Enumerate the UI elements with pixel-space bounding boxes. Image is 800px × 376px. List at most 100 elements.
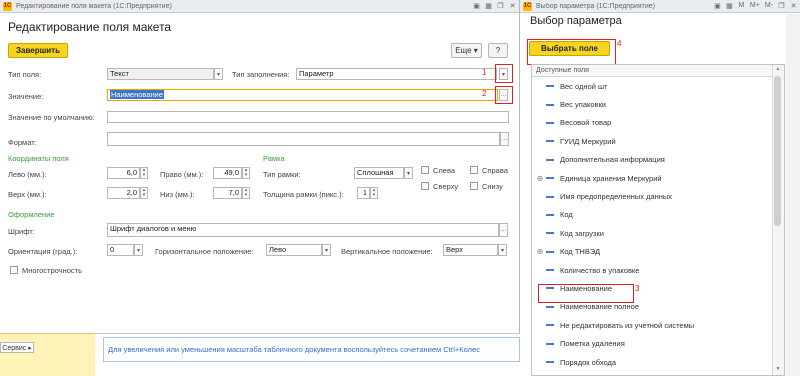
valign-dropdown-icon[interactable]: ▾ xyxy=(498,244,507,256)
zoom-hint: Для увеличения или уменьшения масштаба т… xyxy=(103,337,520,362)
close-icon[interactable]: ✕ xyxy=(509,2,516,10)
list-item[interactable]: ⊕ Единица хранения Меркурий xyxy=(532,169,784,187)
restore-icon-right[interactable]: ❐ xyxy=(778,2,785,10)
memory-plus-icon[interactable]: M+ xyxy=(750,2,760,10)
side-panel-background xyxy=(0,333,95,376)
field-type-dropdown-icon[interactable]: ▾ xyxy=(214,68,223,80)
orientation-select[interactable]: 0 xyxy=(107,244,134,256)
list-item[interactable]: ГУИД Меркурий xyxy=(532,132,784,150)
field-type-label: Тип поля: xyxy=(8,70,42,79)
calendar-icon[interactable]: ▣ xyxy=(473,2,480,10)
right-mm-spinner[interactable]: ▴ ▾ xyxy=(242,167,250,179)
calendar-icon-right[interactable]: ▣ xyxy=(714,2,721,10)
field-dash-icon xyxy=(546,85,554,88)
help-button[interactable]: ? xyxy=(488,43,508,58)
bottom-mm-label: Низ (мм.): xyxy=(160,190,195,199)
scroll-up-icon[interactable]: ▲ xyxy=(774,66,782,72)
frame-left-checkbox[interactable] xyxy=(421,166,429,174)
list-item[interactable]: Имя предопределенных данных xyxy=(532,187,784,205)
list-header: Доступные поля xyxy=(532,65,784,77)
format-select-button[interactable]: … xyxy=(500,132,509,146)
format-label: Формат: xyxy=(8,138,37,147)
value-text: Наименование xyxy=(110,90,164,99)
list-item[interactable]: Порядок обхода xyxy=(532,353,784,371)
field-dash-icon xyxy=(546,103,554,106)
list-item[interactable]: Код xyxy=(532,206,784,224)
list-item-label: Наименование полное xyxy=(560,302,640,312)
calculator-icon[interactable]: ▦ xyxy=(485,2,492,10)
frame-right-checkbox[interactable] xyxy=(470,166,478,174)
list-item-label: Весовой товар xyxy=(560,118,612,128)
field-type-select[interactable]: Текст xyxy=(107,68,214,80)
expand-icon[interactable]: ⊕ xyxy=(536,247,544,256)
field-dash-icon xyxy=(546,195,554,198)
list-item-label: Порядок обхода xyxy=(560,357,617,367)
app-logo-icon-right: 1С xyxy=(523,1,532,11)
left-titlebar: 1С Редактирование поля макета (1С:Предпр… xyxy=(0,0,519,13)
close-icon-right[interactable]: ✕ xyxy=(790,2,797,10)
list-item[interactable]: Вес одной шт xyxy=(532,77,784,95)
list-item[interactable]: Не редактировать из учетной системы xyxy=(532,316,784,334)
field-dash-icon xyxy=(546,177,554,180)
frame-thickness-spinner[interactable]: ▴ ▾ xyxy=(370,187,378,199)
field-dash-icon xyxy=(546,361,554,364)
right-titlebar: 1С Выбор параметра (1С:Предприятие) ▣ ▦ … xyxy=(520,0,800,13)
frame-type-dropdown-icon[interactable]: ▾ xyxy=(404,167,413,179)
list-item[interactable]: Весовой товар xyxy=(532,114,784,132)
top-mm-input[interactable]: 2,0 xyxy=(107,187,140,199)
multiline-checkbox[interactable] xyxy=(10,266,18,274)
list-item[interactable]: ⊕ Код ТНВЭД xyxy=(532,243,784,261)
left-mm-input[interactable]: 6,0 xyxy=(107,167,140,179)
scroll-thumb[interactable] xyxy=(774,76,781,226)
service-button[interactable]: Сервис ▸ xyxy=(0,342,34,353)
left-mm-spinner[interactable]: ▴ ▾ xyxy=(140,167,148,179)
field-dash-icon xyxy=(546,342,554,345)
list-item[interactable]: Код загрузки xyxy=(532,224,784,242)
frame-type-select[interactable]: Сплошная xyxy=(354,167,404,179)
app-logo-icon: 1С xyxy=(3,1,12,11)
field-dash-icon xyxy=(546,213,554,216)
font-select-button[interactable]: … xyxy=(499,223,508,237)
list-item-label: Не редактировать из учетной системы xyxy=(560,320,695,330)
coords-section-title: Координаты поля xyxy=(8,154,69,163)
halign-dropdown-icon[interactable]: ▾ xyxy=(322,244,331,256)
list-item[interactable]: Количество в упаковке xyxy=(532,261,784,279)
orientation-dropdown-icon[interactable]: ▾ xyxy=(134,244,143,256)
more-button[interactable]: Еще ▾ xyxy=(451,43,482,58)
frame-bottom-checkbox[interactable] xyxy=(470,182,478,190)
fill-type-label: Тип заполнения: xyxy=(232,70,290,79)
right-mm-input[interactable]: 49,0 xyxy=(213,167,242,179)
finish-button[interactable]: Завершить xyxy=(8,43,68,58)
valign-label: Вертикальное положение: xyxy=(341,247,433,256)
restore-icon[interactable]: ❐ xyxy=(497,2,504,10)
fill-type-select[interactable]: Параметр xyxy=(296,68,497,80)
list-item-label: Код ТНВЭД xyxy=(560,247,601,257)
marker-1: 1 xyxy=(482,68,487,77)
default-value-input[interactable] xyxy=(107,111,509,123)
frame-thickness-input[interactable]: 1 xyxy=(357,187,370,199)
scroll-down-icon[interactable]: ▼ xyxy=(774,366,782,372)
default-value-label: Значение по умолчанию: xyxy=(8,113,95,122)
list-item-label: ГУИД Меркурий xyxy=(560,136,616,146)
expand-icon[interactable]: ⊕ xyxy=(536,174,544,183)
top-mm-spinner[interactable]: ▴ ▾ xyxy=(140,187,148,199)
available-fields-list[interactable]: Доступные поля Вес одной шт Вес упаковки В… xyxy=(531,64,785,376)
halign-select[interactable]: Лево xyxy=(266,244,322,256)
list-item-label: Пометка удаления xyxy=(560,339,625,349)
calculator-icon-right[interactable]: ▦ xyxy=(726,2,733,10)
memory-icon[interactable]: M xyxy=(738,2,745,10)
frame-top-checkbox[interactable] xyxy=(421,182,429,190)
format-input[interactable] xyxy=(107,132,500,146)
value-label: Значение: xyxy=(8,92,44,101)
bottom-mm-spinner[interactable]: ▴ ▾ xyxy=(242,187,250,199)
right-window-title: Выбор параметра (1С:Предприятие) xyxy=(536,2,656,10)
valign-select[interactable]: Верх xyxy=(443,244,498,256)
value-input[interactable]: Наименование xyxy=(107,89,498,101)
list-item[interactable]: Пометка удаления xyxy=(532,334,784,352)
list-item[interactable]: Дополнительная информация xyxy=(532,151,784,169)
memory-minus-icon[interactable]: M- xyxy=(765,2,773,10)
font-input[interactable]: Шрифт диалогов и меню xyxy=(107,223,499,237)
field-dash-icon xyxy=(546,305,554,308)
list-item[interactable]: Вес упаковки xyxy=(532,95,784,113)
bottom-mm-input[interactable]: 7,0 xyxy=(213,187,242,199)
